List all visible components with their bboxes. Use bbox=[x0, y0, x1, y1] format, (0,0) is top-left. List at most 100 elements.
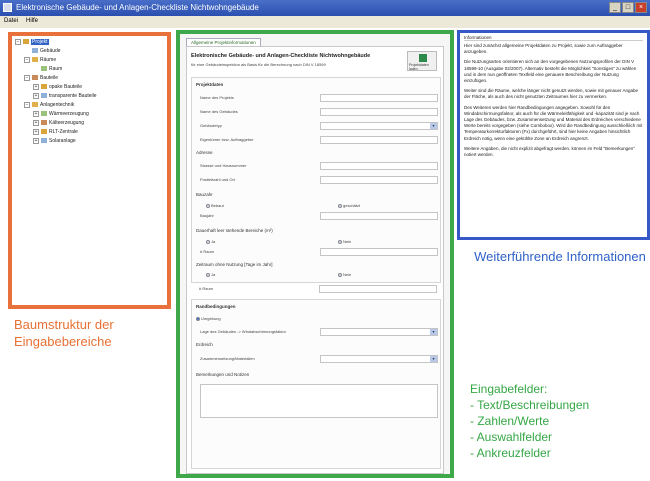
tree-node[interactable]: − Projekt bbox=[15, 38, 164, 47]
period-room-input[interactable] bbox=[319, 285, 437, 293]
radio-dot bbox=[206, 239, 210, 244]
soil-title: Erdreich bbox=[196, 342, 213, 347]
building-name-input[interactable] bbox=[320, 108, 438, 116]
tree-node[interactable]: + Solaranlage bbox=[15, 137, 164, 146]
tree-node[interactable]: − Räume bbox=[15, 56, 164, 65]
collapse-icon[interactable]: − bbox=[24, 56, 30, 63]
field-row-vacant-room: # Raum bbox=[200, 248, 438, 256]
street-input[interactable] bbox=[320, 162, 438, 170]
field-label: Lage des Gebäudes -> Windabschirmungsfak… bbox=[200, 329, 286, 334]
expand-icon[interactable]: + bbox=[33, 128, 39, 135]
expand-icon[interactable]: + bbox=[33, 137, 39, 144]
tree-node[interactable]: + transparente Bauteile bbox=[15, 92, 164, 101]
tree-node-label: Projekt bbox=[31, 39, 49, 45]
field-row-owner: Eigentümer bzw. Auftraggeber bbox=[200, 136, 438, 144]
annotation-form-item: - Auswahlfelder bbox=[470, 430, 553, 444]
folder-icon bbox=[41, 84, 47, 90]
tree-node-label: opake Bauteile bbox=[49, 84, 83, 90]
expand-icon[interactable]: + bbox=[33, 119, 39, 126]
field-row-period-room: # Raum bbox=[199, 285, 437, 293]
owner-input[interactable] bbox=[320, 136, 438, 144]
tree-node-label: Raum bbox=[49, 66, 63, 72]
radio-dot bbox=[338, 203, 342, 208]
tree-node[interactable]: − Anlagentechnik bbox=[15, 101, 164, 110]
radio-label: geschätzt bbox=[343, 203, 361, 208]
tree-node[interactable]: + Wärmeerzeugung bbox=[15, 110, 164, 119]
radio-vacant-yes[interactable]: Ja bbox=[206, 239, 215, 244]
folder-icon bbox=[41, 93, 47, 99]
boundary-group: Randbedingungen Umgebung Lage des Gebäud… bbox=[191, 299, 441, 469]
field-label: Name des Projekts bbox=[200, 95, 234, 100]
notes-title: Bemerkungen und Notizen bbox=[196, 372, 250, 377]
building-type-select[interactable]: ▾ bbox=[320, 122, 438, 130]
soil-material-select[interactable]: ▾ bbox=[320, 355, 438, 363]
tab-general-project-info[interactable]: Allgemeine Projektinformationen bbox=[186, 38, 261, 46]
load-project-button[interactable]: Projektdaten laden bbox=[407, 51, 437, 71]
folder-icon bbox=[32, 75, 38, 81]
radio-period-no[interactable]: Nein bbox=[338, 272, 351, 277]
expand-icon[interactable]: + bbox=[33, 110, 39, 117]
project-name-input[interactable] bbox=[320, 94, 438, 102]
form-panel: Allgemeine Projektinformationen Elektron… bbox=[176, 30, 454, 478]
project-data-group: Projektdaten Name des Projekts Name des … bbox=[191, 77, 441, 283]
maximize-button[interactable]: □ bbox=[622, 2, 634, 13]
wind-factor-select[interactable]: ▾ bbox=[320, 328, 438, 336]
chevron-down-icon: ▾ bbox=[430, 329, 437, 335]
info-paragraph: Die Nutzungsarten orientieren sich an de… bbox=[464, 59, 637, 84]
tree-node[interactable]: Raum bbox=[15, 65, 164, 74]
tree-node[interactable]: + opake Bauteile bbox=[15, 83, 164, 92]
expand-icon[interactable]: + bbox=[33, 92, 39, 99]
tree-node[interactable]: + RLT-Zentrale bbox=[15, 128, 164, 137]
title-bar: Elektronische Gebäude- und Anlagen-Check… bbox=[0, 0, 650, 16]
radio-label: Nein bbox=[343, 272, 352, 277]
tree-node[interactable]: Gebäude bbox=[15, 47, 164, 56]
field-row-street: Strasse und Hausnummer bbox=[200, 162, 438, 170]
radio-vacant-no[interactable]: Nein bbox=[338, 239, 351, 244]
zip-city-input[interactable] bbox=[320, 176, 438, 184]
app-icon bbox=[3, 3, 12, 12]
radio-dot bbox=[338, 239, 342, 244]
field-row-zip: Postleitzahl und Ort bbox=[200, 176, 438, 184]
collapse-icon[interactable] bbox=[33, 66, 39, 72]
radio-dot bbox=[196, 316, 200, 321]
close-button[interactable]: × bbox=[635, 2, 647, 13]
group-title-project: Projektdaten bbox=[196, 82, 224, 87]
tree-node[interactable]: − Bauteile bbox=[15, 74, 164, 83]
year-input[interactable] bbox=[320, 212, 438, 220]
field-row-soil: Zusammensetzung/Materialien ▾ bbox=[200, 355, 438, 363]
folder-icon bbox=[41, 111, 47, 117]
collapse-icon[interactable]: − bbox=[24, 101, 30, 108]
field-label: Zusammensetzung/Materialien bbox=[200, 356, 255, 361]
tree-panel: − Projekt Gebäude − Räume Raum − Bauteile + opake… bbox=[8, 32, 171, 309]
field-label: # Raum bbox=[200, 249, 215, 254]
collapse-icon[interactable]: − bbox=[24, 74, 30, 81]
tab-strip: Allgemeine Projektinformationen bbox=[186, 38, 261, 46]
tree-node[interactable]: + Kälteerzeugung bbox=[15, 119, 164, 128]
radio-period-yes[interactable]: Ja bbox=[206, 272, 215, 277]
tree-node-label: Wärmeerzeugung bbox=[49, 111, 89, 117]
vacant-room-input[interactable] bbox=[320, 248, 438, 256]
minimize-button[interactable]: _ bbox=[609, 2, 621, 13]
notes-textarea[interactable] bbox=[200, 384, 438, 418]
period-title: Zeitraum ohne Nutzung [Tage im Jahr] bbox=[196, 262, 273, 267]
tree-node-label: Kälteerzeugung bbox=[49, 120, 85, 126]
folder-icon bbox=[23, 39, 29, 45]
annotation-form-item: - Zahlen/Werte bbox=[470, 414, 550, 428]
checkbox-surroundings[interactable]: Umgebung bbox=[196, 316, 221, 321]
menu-help[interactable]: Hilfe bbox=[26, 16, 38, 26]
info-header: Informationen bbox=[464, 35, 643, 41]
expand-icon[interactable]: + bbox=[33, 83, 39, 90]
folder-icon bbox=[32, 57, 38, 63]
radio-bebaut[interactable]: Bebaut bbox=[206, 203, 224, 208]
tree-node-label: transparente Bauteile bbox=[49, 93, 97, 99]
form-body: Elektronische Gebäude- und Anlagen-Check… bbox=[186, 46, 444, 474]
collapse-icon[interactable]: − bbox=[15, 38, 21, 45]
annotation-form-item: - Text/Beschreibungen bbox=[470, 398, 590, 412]
tree-node-label: Bauteile bbox=[40, 75, 59, 81]
radio-geschaetzt[interactable]: geschätzt bbox=[338, 203, 360, 208]
menu-bar: Datei Hilfe bbox=[0, 16, 650, 26]
collapse-icon[interactable] bbox=[24, 48, 30, 54]
field-label: Name des Gebäudes bbox=[200, 109, 238, 114]
menu-file[interactable]: Datei bbox=[4, 16, 18, 26]
tree-node-label: Räume bbox=[40, 57, 57, 63]
